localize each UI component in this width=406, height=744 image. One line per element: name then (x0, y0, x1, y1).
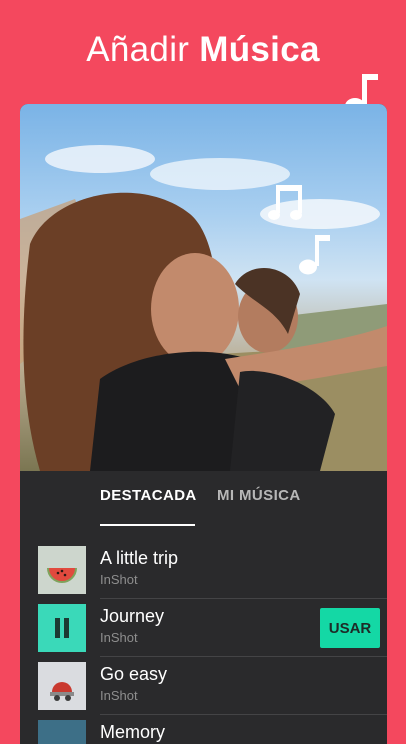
track-row[interactable]: Journey InShot USAR (20, 599, 387, 657)
pause-icon[interactable] (64, 618, 69, 638)
headline-regular: Añadir (86, 30, 190, 69)
track-artist: InShot (100, 688, 138, 703)
pause-icon[interactable] (55, 618, 60, 638)
tab-my-music[interactable]: MI MÚSICA (217, 487, 301, 504)
use-button[interactable]: USAR (320, 608, 380, 648)
tab-featured[interactable]: DESTACADA (100, 487, 197, 504)
track-thumbnail (38, 546, 86, 594)
track-artist: InShot (100, 572, 138, 587)
track-title: Go easy (100, 664, 168, 684)
track-thumbnail (38, 720, 86, 744)
track-row[interactable]: A little trip InShot (20, 541, 387, 599)
track-thumbnail (38, 662, 86, 710)
track-title: Journey (100, 606, 165, 626)
page-headline: Añadir Música (0, 30, 406, 70)
video-preview-image (20, 104, 387, 471)
track-thumbnail (38, 604, 86, 652)
track-artist: InShot (100, 630, 138, 645)
active-tab-indicator (100, 524, 195, 526)
preview-card: DESTACADA MI MÚSICA A little trip InShot (20, 104, 387, 744)
track-title: A little trip (100, 548, 179, 568)
track-row[interactable]: Memory (20, 715, 387, 744)
headline-bold: Música (199, 30, 320, 69)
track-title: Memory (100, 722, 166, 742)
music-panel: DESTACADA MI MÚSICA A little trip InShot (20, 471, 387, 744)
track-row[interactable]: Go easy InShot (20, 657, 387, 715)
